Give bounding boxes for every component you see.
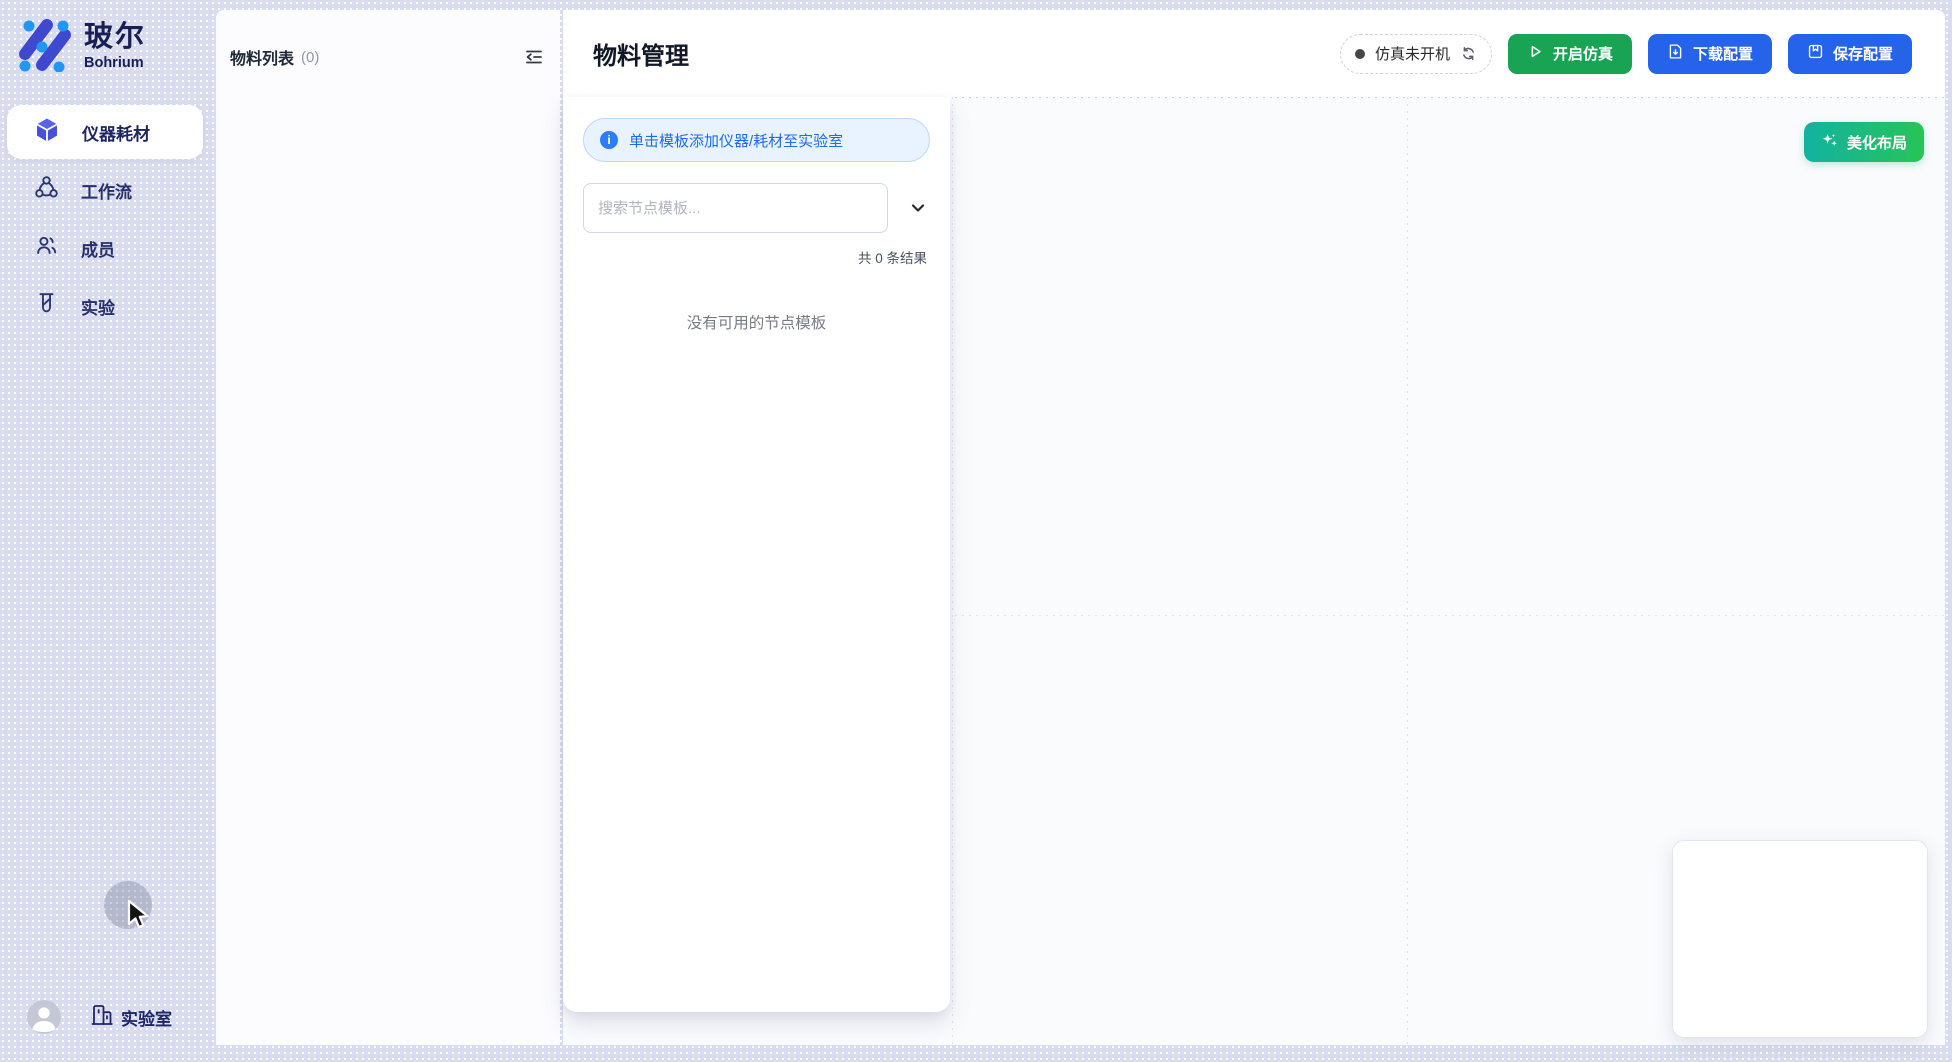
brand-logo[interactable]: 玻尔 Bohrium (17, 16, 146, 77)
sidebar-item-experiments[interactable]: 实验 (7, 279, 203, 333)
beautify-layout-button[interactable]: 美化布局 (1804, 122, 1924, 162)
tip-banner: i 单击模板添加仪器/耗材至实验室 (583, 118, 930, 162)
sidebar-item-instruments[interactable]: 仪器耗材 (7, 105, 203, 159)
sidebar: 玻尔 Bohrium 仪器耗材 (0, 0, 216, 1062)
bohrium-logo-icon (17, 16, 73, 77)
sidebar-item-label: 实验 (81, 294, 115, 319)
brand-name-en: Bohrium (84, 56, 146, 71)
header-actions: 仿真未开机 开启仿真 (1340, 34, 1912, 74)
lab-label: 实验室 (121, 1005, 172, 1030)
collapse-panel-icon[interactable] (523, 46, 545, 68)
sidebar-footer: 实验室 (27, 1000, 172, 1034)
sidebar-item-members[interactable]: 成员 (7, 221, 203, 275)
sidebar-item-label: 成员 (81, 236, 115, 261)
material-list-title: 物料列表 (230, 45, 294, 69)
sidebar-nav: 仪器耗材 工作流 (7, 105, 203, 337)
material-list-count: (0) (301, 49, 319, 66)
node-template-palette: i 单击模板添加仪器/耗材至实验室 共 0 条结果 没有可用的节点模板 (563, 97, 950, 1012)
start-simulation-label: 开启仿真 (1553, 43, 1613, 64)
sidebar-item-label: 仪器耗材 (82, 120, 150, 145)
test-tube-icon (34, 291, 59, 321)
sidebar-item-label: 工作流 (81, 178, 132, 203)
simulation-status-pill[interactable]: 仿真未开机 (1340, 34, 1492, 74)
main-area: 物料管理 仿真未开机 (563, 10, 1945, 1045)
flow-canvas[interactable]: i 单击模板添加仪器/耗材至实验室 共 0 条结果 没有可用的节点模板 (563, 97, 1945, 1045)
main-header: 物料管理 仿真未开机 (563, 10, 1945, 97)
info-icon: i (600, 131, 618, 149)
save-config-label: 保存配置 (1833, 43, 1893, 64)
play-icon (1527, 43, 1544, 64)
avatar[interactable] (27, 1000, 61, 1034)
save-config-button[interactable]: 保存配置 (1788, 34, 1912, 74)
chevron-down-icon[interactable] (906, 196, 930, 220)
page-title: 物料管理 (593, 36, 689, 71)
sidebar-item-workflow[interactable]: 工作流 (7, 163, 203, 217)
save-bookmark-icon (1807, 43, 1824, 64)
empty-templates-text: 没有可用的节点模板 (563, 311, 950, 333)
material-list-header: 物料列表 (0) (216, 10, 560, 69)
members-icon (34, 233, 59, 263)
download-file-icon (1667, 43, 1684, 64)
tip-text: 单击模板添加仪器/耗材至实验室 (629, 130, 843, 151)
building-icon (90, 1003, 114, 1032)
brand-name-cn: 玻尔 (84, 22, 146, 52)
download-config-button[interactable]: 下载配置 (1648, 34, 1772, 74)
start-simulation-button[interactable]: 开启仿真 (1508, 34, 1632, 74)
download-config-label: 下载配置 (1693, 43, 1753, 64)
template-search-row (583, 183, 930, 233)
beautify-layout-label: 美化布局 (1847, 132, 1907, 153)
results-count: 共 0 条结果 (563, 247, 927, 267)
lab-entry[interactable]: 实验室 (90, 1003, 172, 1032)
template-search-input[interactable] (583, 183, 888, 233)
material-list-panel: 物料列表 (0) (216, 10, 560, 1045)
refresh-icon[interactable] (1460, 45, 1477, 62)
minimap[interactable] (1672, 840, 1928, 1038)
cube-icon (34, 117, 60, 148)
sparkles-icon (1821, 131, 1839, 153)
grid-line-vertical (1407, 97, 1408, 1045)
status-dot-icon (1355, 49, 1365, 59)
workflow-icon (34, 175, 59, 205)
simulation-status-label: 仿真未开机 (1375, 43, 1450, 64)
grid-line-vertical (952, 97, 953, 1045)
